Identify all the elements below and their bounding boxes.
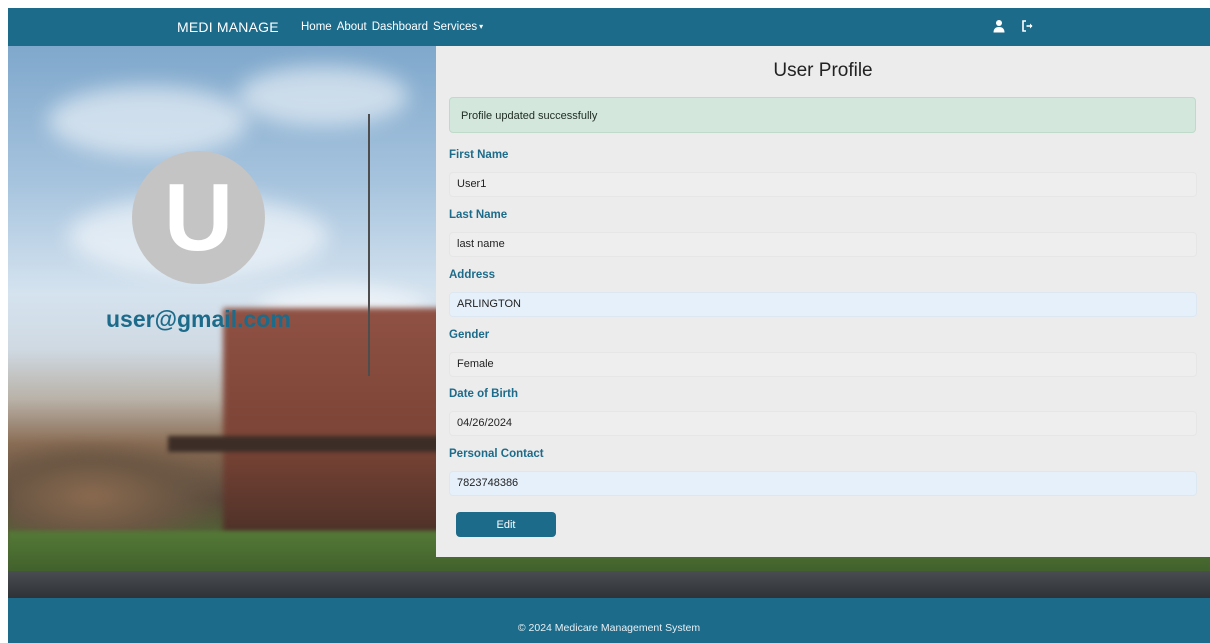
address-input[interactable]: ARLINGTON [449,292,1197,317]
last-name-input[interactable]: last name [449,232,1197,257]
last-name-field: Last Name last name [449,209,1197,257]
personal-contact-field: Personal Contact 7823748386 [449,448,1197,496]
nav-icons [992,19,1035,33]
nav-links: Home About Dashboard Services ▾ [301,21,483,33]
first-name-field: First Name User1 [449,149,1197,197]
nav-services-label: Services [433,21,478,33]
first-name-label: First Name [449,149,509,161]
last-name-label: Last Name [449,209,508,221]
date-of-birth-field: Date of Birth 04/26/2024 [449,388,1197,436]
user-email: user@gmail.com [106,306,291,332]
nav-about[interactable]: About [337,21,367,33]
first-name-input[interactable]: User1 [449,172,1197,197]
personal-contact-input[interactable]: 7823748386 [449,471,1197,496]
brand[interactable]: MEDI MANAGE [177,19,279,35]
page-title: User Profile [773,60,873,81]
gender-field: Gender Female [449,329,1197,377]
nav-dashboard[interactable]: Dashboard [372,21,428,33]
date-of-birth-input[interactable]: 04/26/2024 [449,411,1197,436]
avatar: U [132,151,265,284]
address-field: Address ARLINGTON [449,269,1197,317]
page: MEDI MANAGE Home About Dashboard Service… [8,8,1210,643]
success-alert: Profile updated successfully [449,97,1196,133]
footer: © 2024 Medicare Management System [8,598,1210,643]
edit-button[interactable]: Edit [456,512,556,537]
caret-down-icon: ▾ [479,22,484,31]
address-label: Address [449,269,496,281]
date-of-birth-label: Date of Birth [449,388,518,400]
personal-contact-label: Personal Contact [449,448,544,460]
nav-services-dropdown[interactable]: Services ▾ [433,21,483,33]
nav-home[interactable]: Home [301,21,332,33]
logout-icon[interactable] [1021,19,1035,33]
navbar: MEDI MANAGE Home About Dashboard Service… [8,8,1210,46]
gender-input[interactable]: Female [449,352,1197,377]
profile-panel: User Profile Profile updated successfull… [436,46,1210,557]
user-icon[interactable] [992,19,1006,33]
gender-label: Gender [449,329,490,341]
footer-text: © 2024 Medicare Management System [517,622,701,634]
